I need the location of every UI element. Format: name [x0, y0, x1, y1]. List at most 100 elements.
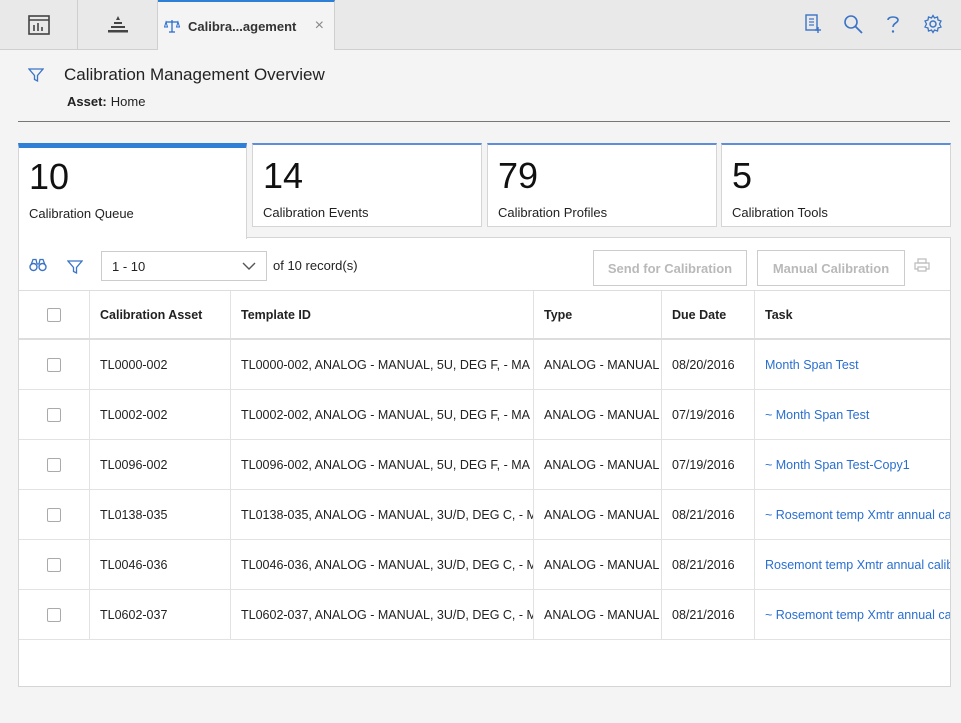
help-icon: [887, 16, 899, 33]
calibration-asset-cell: TL0000-002: [90, 340, 231, 389]
print-button[interactable]: [914, 258, 930, 277]
due-date-cell: 07/19/2016: [662, 390, 755, 439]
row-checkbox[interactable]: [47, 607, 61, 622]
column-header-type[interactable]: Type: [534, 291, 662, 338]
due-date-cell: 08/21/2016: [662, 540, 755, 589]
table-row[interactable]: TL0096-002 TL0096-002, ANALOG - MANUAL, …: [19, 440, 950, 490]
kpi-value: 14: [263, 155, 304, 196]
task-link[interactable]: Month Span Test: [755, 340, 950, 389]
help-button[interactable]: [883, 13, 903, 35]
kpi-label: Calibration Events: [263, 205, 369, 220]
table-row[interactable]: TL0002-002 TL0002-002, ANALOG - MANUAL, …: [19, 390, 950, 440]
table-row[interactable]: TL0602-037 TL0602-037, ANALOG - MANUAL, …: [19, 590, 950, 640]
column-header-due-date[interactable]: Due Date: [662, 291, 755, 338]
filter-button[interactable]: [27, 67, 45, 88]
asset-value[interactable]: Home: [111, 94, 146, 109]
row-checkbox[interactable]: [47, 407, 61, 422]
settings-button[interactable]: [923, 13, 943, 35]
template-id-cell: TL0000-002, ANALOG - MANUAL, 5U, DEG F, …: [231, 340, 534, 389]
dashboard-tab-button[interactable]: [0, 0, 78, 49]
search-icon: [844, 15, 863, 34]
row-select-cell: [19, 340, 90, 389]
due-date-cell: 08/20/2016: [662, 340, 755, 389]
document-add-icon: [805, 14, 821, 33]
row-select-cell: [19, 490, 90, 539]
record-count: of 10 record(s): [273, 258, 358, 273]
chevron-down-icon: [242, 262, 256, 270]
top-tab-bar: Calibra...agement ×: [0, 0, 961, 50]
type-cell: ANALOG - MANUAL: [534, 440, 662, 489]
type-cell: ANALOG - MANUAL: [534, 540, 662, 589]
task-link[interactable]: ~ Month Span Test-Copy1: [755, 440, 950, 489]
kpi-value: 79: [498, 155, 539, 196]
manual-calibration-button[interactable]: Manual Calibration: [757, 250, 905, 286]
calibration-asset-cell: TL0096-002: [90, 440, 231, 489]
printer-icon: [914, 258, 930, 272]
asset-label: Asset:: [67, 94, 107, 109]
filter-icon: [27, 68, 45, 83]
grid-filter-button[interactable]: [66, 259, 84, 280]
calibration-asset-cell: TL0602-037: [90, 590, 231, 639]
close-icon[interactable]: ×: [315, 17, 324, 35]
global-toolbar: [803, 13, 943, 35]
row-select-cell: [19, 440, 90, 489]
send-for-calibration-button[interactable]: Send for Calibration: [593, 250, 747, 286]
task-link[interactable]: ~ Rosemont temp Xmtr annual cal: [755, 590, 950, 639]
task-link[interactable]: Rosemont temp Xmtr annual calib: [755, 540, 950, 589]
template-id-cell: TL0096-002, ANALOG - MANUAL, 5U, DEG F, …: [231, 440, 534, 489]
page-title: Calibration Management Overview: [64, 65, 325, 84]
select-all-cell: [19, 291, 90, 338]
kpi-calibration-queue[interactable]: 10 Calibration Queue: [18, 143, 247, 239]
kpi-value: 10: [29, 156, 70, 197]
kpi-label: Calibration Tools: [732, 205, 828, 220]
template-id-cell: TL0602-037, ANALOG - MANUAL, 3U/D, DEG C…: [231, 590, 534, 639]
document-add-button[interactable]: [803, 13, 823, 35]
task-link[interactable]: ~ Rosemont temp Xmtr annual cal: [755, 490, 950, 539]
due-date-cell: 08/21/2016: [662, 590, 755, 639]
tab-calibration-management[interactable]: Calibra...agement ×: [158, 0, 335, 50]
type-cell: ANALOG - MANUAL: [534, 340, 662, 389]
asset-hierarchy-icon: [107, 15, 128, 32]
row-select-cell: [19, 390, 90, 439]
type-cell: ANALOG - MANUAL: [534, 490, 662, 539]
table-row[interactable]: TL0046-036 TL0046-036, ANALOG - MANUAL, …: [19, 540, 950, 590]
column-header-template-id[interactable]: Template ID: [231, 291, 534, 338]
page-range-select[interactable]: 1 - 10: [101, 251, 267, 281]
find-button[interactable]: [29, 258, 47, 277]
row-checkbox[interactable]: [47, 357, 61, 372]
row-checkbox[interactable]: [47, 557, 61, 572]
scales-icon: [164, 20, 180, 33]
kpi-calibration-profiles[interactable]: 79 Calibration Profiles: [487, 143, 717, 227]
asset-breadcrumb: Asset: Home: [67, 94, 145, 109]
search-button[interactable]: [843, 13, 863, 35]
type-cell: ANALOG - MANUAL: [534, 390, 662, 439]
template-id-cell: TL0138-035, ANALOG - MANUAL, 3U/D, DEG C…: [231, 490, 534, 539]
column-header-calibration-asset[interactable]: Calibration Asset: [90, 291, 231, 338]
page-range-value: 1 - 10: [112, 258, 146, 274]
row-select-cell: [19, 590, 90, 639]
due-date-cell: 08/21/2016: [662, 490, 755, 539]
task-link[interactable]: ~ Month Span Test: [755, 390, 950, 439]
calibration-asset-cell: TL0138-035: [90, 490, 231, 539]
table-row[interactable]: TL0138-035 TL0138-035, ANALOG - MANUAL, …: [19, 490, 950, 540]
row-select-cell: [19, 540, 90, 589]
kpi-calibration-events[interactable]: 14 Calibration Events: [252, 143, 482, 227]
table-header: Calibration Asset Template ID Type Due D…: [19, 290, 950, 340]
type-cell: ANALOG - MANUAL: [534, 590, 662, 639]
template-id-cell: TL0046-036, ANALOG - MANUAL, 3U/D, DEG C…: [231, 540, 534, 589]
kpi-value: 5: [732, 155, 753, 196]
dashboard-icon: [27, 14, 50, 35]
kpi-label: Calibration Queue: [29, 206, 134, 221]
table-row[interactable]: TL0000-002 TL0000-002, ANALOG - MANUAL, …: [19, 340, 950, 390]
asset-hierarchy-tab-button[interactable]: [78, 0, 158, 49]
template-id-cell: TL0002-002, ANALOG - MANUAL, 5U, DEG F, …: [231, 390, 534, 439]
filter-icon: [66, 260, 84, 275]
column-header-task[interactable]: Task: [755, 291, 950, 338]
kpi-calibration-tools[interactable]: 5 Calibration Tools: [721, 143, 951, 227]
calibration-queue-panel: 1 - 10 of 10 record(s) Send for Calibrat…: [18, 237, 951, 687]
calibration-asset-cell: TL0002-002: [90, 390, 231, 439]
row-checkbox[interactable]: [47, 457, 61, 472]
calibration-queue-table: Calibration Asset Template ID Type Due D…: [19, 290, 950, 640]
row-checkbox[interactable]: [47, 507, 61, 522]
select-all-checkbox[interactable]: [47, 307, 61, 322]
